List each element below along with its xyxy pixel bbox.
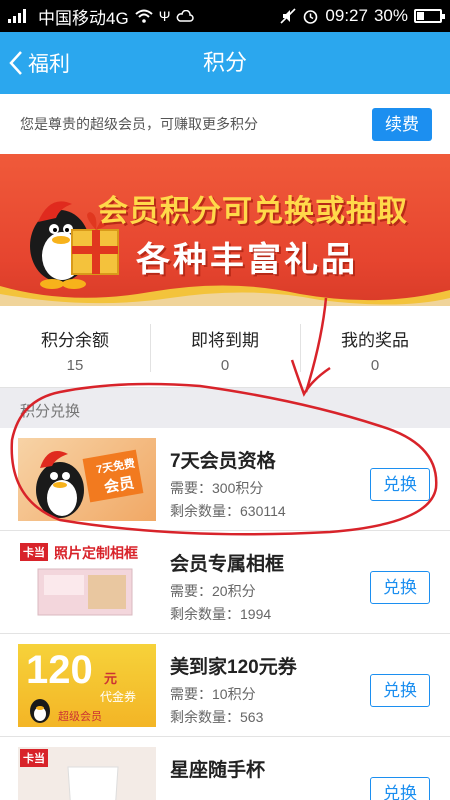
redeem-button[interactable]: 兑换 (370, 777, 430, 800)
cup-image (67, 766, 119, 800)
thumb-caption: 120 (26, 648, 93, 692)
list-item[interactable]: 120 元 代金券 超级会员 美到家120元券 需要：10积分 剩余数量：563… (0, 634, 450, 737)
stat-label: 我的奖品 (341, 331, 409, 350)
redeem-list: 7天免费 会员 7天会员资格 需要：300积分 剩余数量：630114 兑换 卡… (0, 428, 450, 800)
item-cost: 需要：10积分 (170, 686, 256, 702)
member-notice: 您是尊贵的超级会员，可赚取更多积分 续费 (0, 94, 450, 154)
item-cost: 需要：20积分 (170, 583, 256, 599)
thumb-caption: 代金券 (100, 690, 137, 704)
item-name: 星座随手杯 (170, 760, 266, 781)
promo-banner[interactable]: 会员积分可兑换或抽取 各种丰富礼品 (0, 154, 450, 306)
wifi-icon (135, 9, 153, 23)
item-thumbnail: 120 元 代金券 超级会员 (18, 644, 156, 727)
photo-frame-image (37, 568, 133, 616)
cloud-icon (177, 10, 195, 22)
stat-my-prizes[interactable]: 我的奖品 0 (300, 306, 450, 387)
thumb-caption: 元 (104, 671, 118, 686)
thumb-caption: 超级会员 (58, 711, 102, 723)
item-thumbnail: 卡当 照片定制相框 (18, 541, 156, 624)
carrier-label: 中国移动4G (38, 8, 129, 28)
redeem-button[interactable]: 兑换 (370, 468, 430, 501)
points-summary: 积分余额 15 即将到期 0 我的奖品 0 (0, 306, 450, 388)
list-item[interactable]: 卡当 照片定制相框 会员专属相框 需要：20积分 剩余数量：1994 兑换 (0, 531, 450, 634)
item-thumbnail: 卡当 (18, 747, 156, 800)
status-bar: 中国移动4G Ψ 09:27 30% (0, 0, 450, 32)
battery-percent: 30% (373, 6, 408, 25)
stat-label: 即将到期 (191, 331, 259, 350)
list-item[interactable]: 卡当 星座随手杯 兑换 (0, 737, 450, 800)
back-label: 福利 (28, 53, 70, 76)
stat-value: 0 (220, 357, 230, 374)
signal-icon (8, 9, 26, 23)
penguin-mascot-image (36, 449, 144, 518)
back-button[interactable]: 福利 (8, 32, 70, 94)
redeem-button[interactable]: 兑换 (370, 674, 430, 707)
nav-bar: 福利 积分 (0, 32, 450, 94)
banner-wave (0, 285, 450, 306)
list-item[interactable]: 7天免费 会员 7天会员资格 需要：300积分 剩余数量：630114 兑换 (0, 428, 450, 531)
stat-label: 积分余额 (41, 331, 109, 350)
banner-headline: 会员积分可兑换或抽取 (98, 195, 408, 228)
stat-value: 15 (66, 357, 84, 374)
item-stock: 剩余数量：1994 (170, 606, 272, 622)
renew-button[interactable]: 续费 (372, 107, 432, 141)
redeem-button[interactable]: 兑换 (370, 571, 430, 604)
item-stock: 剩余数量：563 (170, 709, 264, 725)
item-name: 会员专属相框 (170, 554, 285, 575)
item-thumbnail: 7天免费 会员 (18, 438, 156, 521)
stat-expiring[interactable]: 即将到期 0 (150, 306, 300, 387)
notice-text: 您是尊贵的超级会员，可赚取更多积分 (20, 116, 258, 132)
chevron-left-icon (9, 51, 22, 75)
item-name: 美到家120元券 (170, 657, 297, 678)
usb-icon: Ψ (158, 8, 171, 24)
alarm-icon (304, 9, 318, 24)
stat-value: 0 (370, 357, 380, 374)
time-label: 09:27 (325, 6, 368, 25)
item-stock: 剩余数量：630114 (170, 503, 286, 519)
item-name: 7天会员资格 (170, 451, 276, 472)
mute-icon (280, 8, 296, 24)
item-cost: 需要：300积分 (170, 480, 264, 496)
stat-points-balance[interactable]: 积分余额 15 (0, 306, 150, 387)
penguin-icon (30, 699, 50, 723)
battery-icon (414, 9, 445, 23)
section-title: 积分兑换 (20, 403, 81, 420)
